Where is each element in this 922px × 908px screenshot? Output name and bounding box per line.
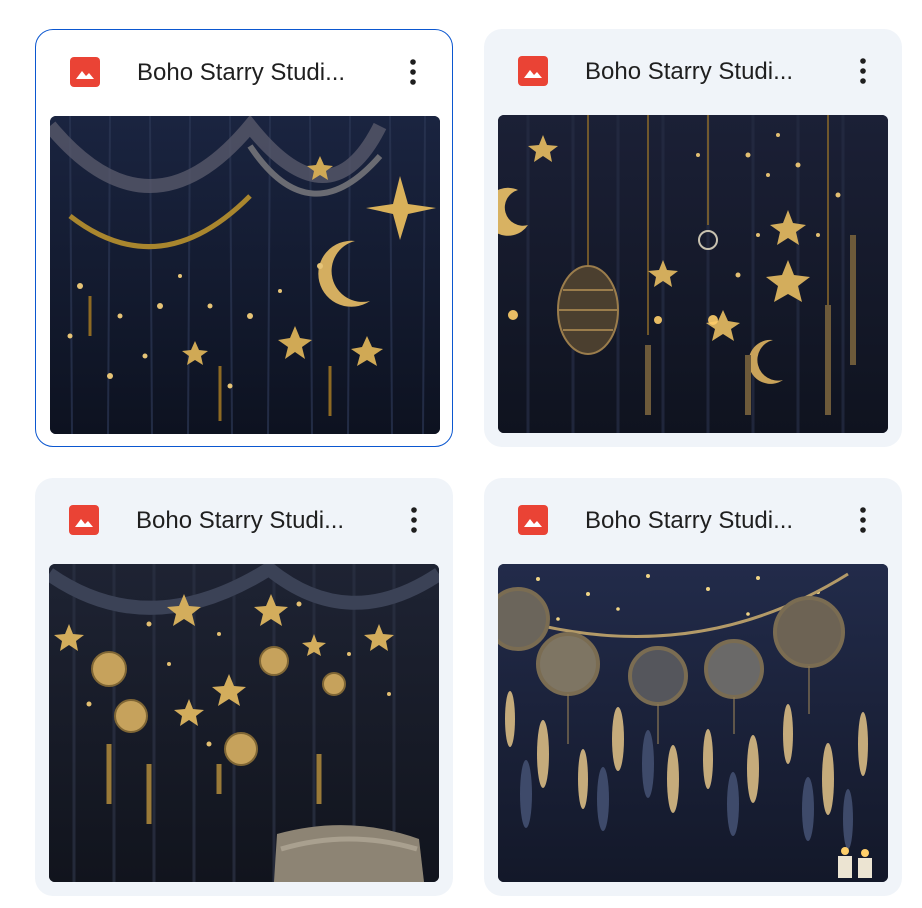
file-title[interactable]: Boho Starry Studi...	[136, 506, 344, 536]
file-card-header: Boho Starry Studi...	[484, 478, 902, 562]
image-file-icon	[69, 505, 99, 535]
more-options-icon[interactable]	[396, 52, 430, 92]
more-options-icon[interactable]	[846, 51, 880, 91]
image-thumbnail[interactable]	[498, 564, 888, 882]
file-card-header: Boho Starry Studi...	[484, 29, 902, 113]
file-card-header: Boho Starry Studi...	[36, 30, 452, 114]
image-thumbnail[interactable]	[50, 116, 440, 434]
more-options-icon[interactable]	[846, 500, 880, 540]
file-card[interactable]: Boho Starry Studi...	[484, 478, 902, 896]
more-options-icon[interactable]	[397, 500, 431, 540]
file-title[interactable]: Boho Starry Studi...	[137, 58, 345, 88]
file-card[interactable]: Boho Starry Studi...	[484, 29, 902, 447]
file-card[interactable]: Boho Starry Studi...	[35, 478, 453, 896]
image-thumbnail[interactable]	[498, 115, 888, 433]
image-thumbnail[interactable]	[49, 564, 439, 882]
image-file-icon	[518, 505, 548, 535]
file-title[interactable]: Boho Starry Studi...	[585, 57, 793, 87]
file-card-header: Boho Starry Studi...	[35, 478, 453, 562]
image-file-icon	[70, 57, 100, 87]
image-file-icon	[518, 56, 548, 86]
file-title[interactable]: Boho Starry Studi...	[585, 506, 793, 536]
file-card[interactable]: Boho Starry Studi...	[35, 29, 453, 447]
